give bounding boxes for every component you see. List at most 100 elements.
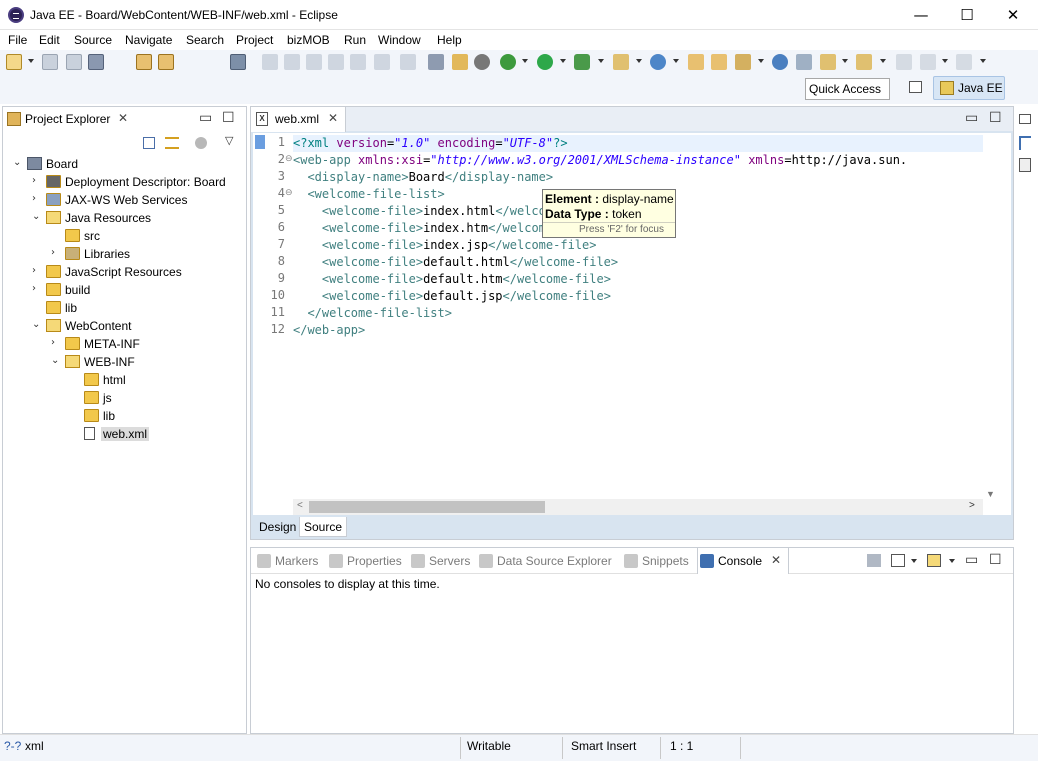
menu-source[interactable]: Source — [74, 33, 112, 47]
debug-dropdown-icon[interactable] — [522, 59, 528, 63]
display-console-icon[interactable] — [891, 554, 905, 567]
step-into-icon[interactable] — [350, 54, 366, 70]
chevron-right-icon[interactable]: › — [32, 194, 42, 204]
maximize-view-icon[interactable]: ☐ — [222, 109, 235, 126]
maximize-button[interactable]: ☐ — [944, 0, 990, 30]
pencil-dropdown-icon[interactable] — [758, 59, 764, 63]
scroll-right-icon[interactable]: > — [969, 500, 975, 511]
view-menu-icon[interactable]: ▽ — [225, 134, 233, 147]
tree-item[interactable]: web.xml — [3, 425, 246, 443]
menu-help[interactable]: Help — [437, 33, 462, 47]
new-server-dropdown-icon[interactable] — [636, 59, 642, 63]
tree-item[interactable]: src — [3, 227, 246, 245]
last-edit-icon[interactable] — [896, 54, 912, 70]
tab-web-xml[interactable]: X web.xml ✕ — [251, 107, 346, 132]
forward-dropdown-icon[interactable] — [980, 59, 986, 63]
menu-window[interactable]: Window — [378, 33, 421, 47]
minimize-button[interactable]: — — [898, 0, 944, 30]
chevron-down-icon[interactable]: ⌄ — [32, 320, 42, 330]
menu-file[interactable]: File — [8, 33, 27, 47]
run-external-icon[interactable] — [574, 54, 590, 70]
code-line[interactable]: </welcome-file-list> — [293, 305, 452, 322]
new-icon[interactable] — [6, 54, 22, 70]
resume-icon[interactable] — [262, 54, 278, 70]
tab-console[interactable]: Console — [698, 554, 762, 568]
open-perspective-button[interactable] — [903, 76, 929, 100]
server-icon[interactable] — [428, 54, 444, 70]
tree-item[interactable]: › Deployment Descriptor: Board — [3, 173, 246, 191]
tab-properties[interactable]: Properties — [327, 554, 402, 568]
debug-icon[interactable] — [500, 54, 516, 70]
code-line[interactable]: <welcome-file>default.htm</welcome-file> — [293, 271, 611, 288]
tab-source[interactable]: Source — [299, 517, 348, 537]
quick-access-field[interactable]: Quick Access — [805, 78, 890, 100]
collapse-all-icon[interactable] — [143, 137, 155, 149]
globe-icon[interactable] — [772, 54, 788, 70]
display-console-dropdown-icon[interactable] — [911, 559, 917, 563]
maximize-editor-icon[interactable]: ☐ — [989, 109, 1002, 126]
chevron-down-icon[interactable]: ⌄ — [32, 212, 42, 222]
save-all-icon[interactable] — [66, 54, 82, 70]
tab-data-source-explorer[interactable]: Data Source Explorer — [477, 554, 612, 568]
tab-design[interactable]: Design — [255, 517, 300, 537]
tree-item[interactable]: › Libraries — [3, 245, 246, 263]
open-console-dropdown-icon[interactable] — [949, 559, 955, 563]
open-task-icon[interactable] — [158, 54, 174, 70]
tree-item[interactable]: lib — [3, 407, 246, 425]
prev-annotation-icon[interactable] — [856, 54, 872, 70]
close-icon[interactable]: ✕ — [771, 553, 781, 567]
code-line[interactable]: <display-name>Board</display-name> — [293, 169, 553, 186]
code-line[interactable]: <welcome-file>default.jsp</welcome-file> — [293, 288, 611, 305]
tree-item[interactable]: lib — [3, 299, 246, 317]
next-annotation-icon[interactable] — [820, 54, 836, 70]
tab-servers[interactable]: Servers — [409, 554, 470, 568]
pin-console-icon[interactable] — [867, 554, 881, 567]
chevron-right-icon[interactable]: › — [51, 338, 61, 348]
gear-icon[interactable] — [474, 54, 490, 70]
publish-icon[interactable] — [452, 54, 468, 70]
print-icon[interactable] — [88, 54, 104, 70]
open-folder-icon[interactable] — [688, 54, 704, 70]
disconnect-icon[interactable] — [328, 54, 344, 70]
skip-breakpoints-icon[interactable] — [230, 54, 246, 70]
restore-icon[interactable] — [1019, 114, 1031, 124]
open-type-icon[interactable] — [136, 54, 152, 70]
run-external-dropdown-icon[interactable] — [598, 59, 604, 63]
close-button[interactable]: ✕ — [990, 0, 1036, 30]
javaee-perspective-button[interactable]: Java EE — [933, 76, 1005, 100]
suspend-icon[interactable] — [284, 54, 300, 70]
step-over-icon[interactable] — [374, 54, 390, 70]
menu-edit[interactable]: Edit — [39, 33, 60, 47]
chevron-right-icon[interactable]: › — [32, 176, 42, 186]
minimize-editor-icon[interactable]: ▭ — [965, 109, 978, 126]
next-annotation-dropdown-icon[interactable] — [842, 59, 848, 63]
scroll-left-icon[interactable]: < — [297, 500, 303, 511]
chevron-right-icon[interactable]: › — [32, 284, 42, 294]
minimize-view-icon[interactable]: ▭ — [199, 109, 212, 126]
menu-project[interactable]: Project — [236, 33, 273, 47]
tab-markers[interactable]: Markers — [255, 554, 318, 568]
tab-project-explorer[interactable]: Project Explorer ✕ — [3, 107, 135, 131]
new-dropdown-icon[interactable] — [28, 59, 34, 63]
back-icon[interactable] — [920, 54, 936, 70]
tree-item[interactable]: › build — [3, 281, 246, 299]
save-icon[interactable] — [42, 54, 58, 70]
new-java-dropdown-icon[interactable] — [673, 59, 679, 63]
code-line[interactable]: <welcome-file-list> — [293, 186, 444, 203]
chevron-down-icon[interactable]: ⌄ — [13, 158, 23, 168]
minimize-panel-icon[interactable]: ▭ — [965, 551, 978, 568]
maximize-panel-icon[interactable]: ☐ — [989, 551, 1002, 568]
chevron-right-icon[interactable]: › — [51, 248, 61, 258]
chevron-right-icon[interactable]: › — [32, 266, 42, 276]
tree-item[interactable]: › JavaScript Resources — [3, 263, 246, 281]
open-console-icon[interactable] — [927, 554, 941, 567]
code-line[interactable]: </web-app> — [293, 322, 365, 339]
outline-icon[interactable] — [1019, 136, 1031, 150]
task-list-icon[interactable] — [1019, 158, 1031, 172]
horizontal-scrollbar[interactable]: < > — [293, 499, 983, 515]
menu-navigate[interactable]: Navigate — [125, 33, 172, 47]
vertical-scrollbar[interactable]: ▼ — [983, 133, 999, 503]
back-dropdown-icon[interactable] — [942, 59, 948, 63]
tree-item[interactable]: › JAX-WS Web Services — [3, 191, 246, 209]
toggle-mark-icon[interactable] — [796, 54, 812, 70]
